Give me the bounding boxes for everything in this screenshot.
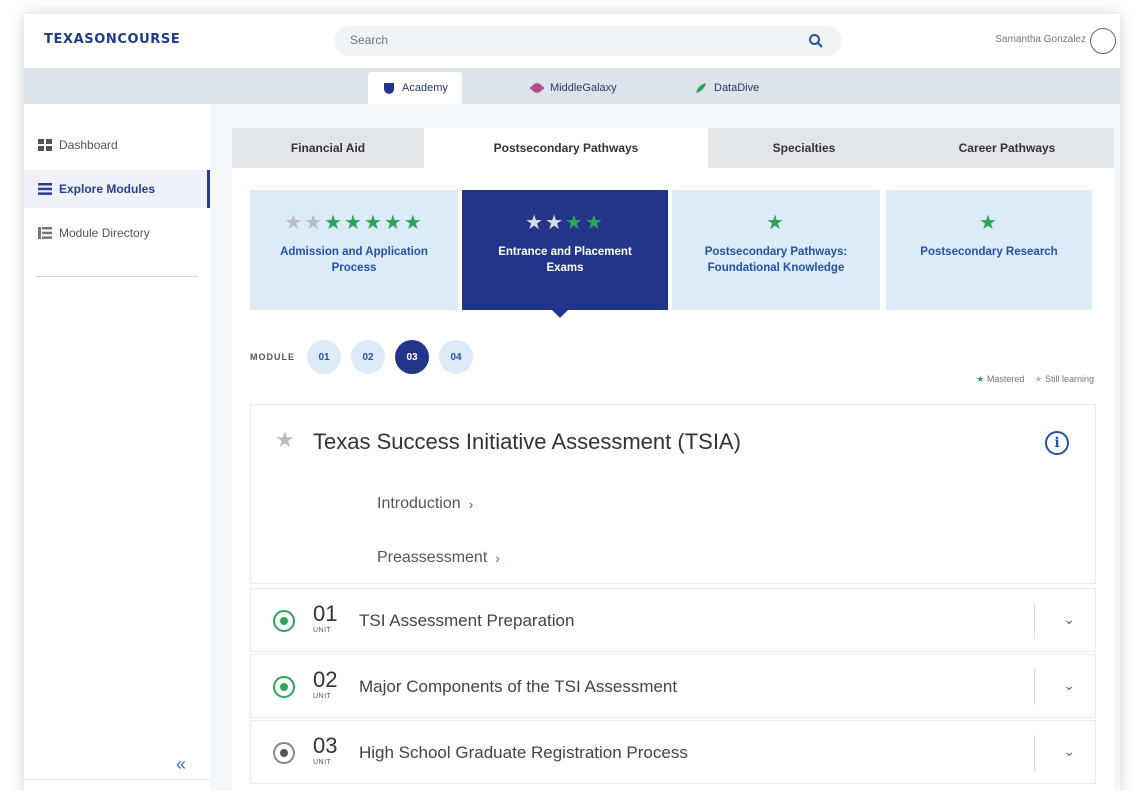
module-label: MODULE [250, 352, 295, 362]
search-icon[interactable] [808, 33, 824, 49]
module-pill-01[interactable]: 01 [307, 340, 341, 374]
tab-career-pathways[interactable]: Career Pathways [900, 128, 1114, 168]
module-panel: ★ Texas Success Initiative Assessment (T… [250, 404, 1096, 584]
module-card-title: Postsecondary Pathways: Foundational Kno… [704, 246, 848, 274]
module-pill-04[interactable]: 04 [439, 340, 473, 374]
unit-label: UNIT [313, 627, 332, 634]
module-card-title: Admission and Application Process [280, 246, 428, 274]
sidebar-item-label: Explore Modules [59, 182, 156, 196]
mastered-status-icon [273, 676, 295, 698]
sidebar-bottom-divider [24, 779, 210, 780]
star-rating: ★ [766, 212, 786, 234]
directory-icon [38, 227, 52, 239]
divider [1034, 669, 1035, 705]
mastered-star-icon: ★ [976, 374, 985, 384]
app-tab-datadive[interactable]: DataDive [680, 72, 773, 104]
app-tab-label: MiddleGalaxy [550, 82, 617, 94]
tab-financial-aid[interactable]: Financial Aid [232, 128, 424, 168]
sidebar-item-label: Module Directory [59, 226, 150, 240]
texasoncourse-logo[interactable]: TEXASONCOURSE [44, 32, 180, 47]
mastered-status-icon [273, 610, 295, 632]
chevron-down-icon[interactable]: ⌄ [1063, 611, 1075, 628]
module-card-title: Postsecondary Research [920, 246, 1058, 258]
app-tab-label: Academy [402, 82, 448, 94]
sidebar-item-label: Dashboard [59, 138, 118, 152]
app-tab-academy[interactable]: Academy [368, 72, 462, 104]
legend-learning: ★ Still learning [1034, 374, 1094, 385]
star-rating: ★★★★★★★ [284, 212, 424, 234]
galaxy-icon [530, 83, 544, 93]
chevron-right-icon: › [495, 550, 500, 566]
sidebar: Dashboard Explore Modules Module Directo… [24, 104, 210, 791]
unit-number: 02 [313, 667, 338, 692]
module-card-active[interactable]: ★★★★ Entrance and Placement Exams [462, 190, 668, 310]
tab-postsecondary-pathways[interactable]: Postsecondary Pathways [424, 128, 708, 168]
app-switcher: Academy MiddleGalaxy DataDive [24, 68, 1120, 104]
unit-row[interactable]: 03 UNIT High School Graduate Registratio… [250, 720, 1096, 784]
datadive-icon [696, 83, 706, 93]
unit-row[interactable]: 01 UNIT TSI Assessment Preparation ⌄ [250, 588, 1096, 652]
chevron-right-icon: › [468, 496, 474, 512]
link-label: Introduction [377, 495, 461, 512]
unit-title: High School Graduate Registration Proces… [359, 743, 688, 762]
module-selector: MODULE 01 02 03 04 [250, 340, 473, 374]
app-tab-middlegalaxy[interactable]: MiddleGalaxy [516, 72, 631, 104]
legend-mastered: ★ Mastered [976, 374, 1024, 385]
unit-number: 03 [313, 733, 338, 758]
tab-specialties[interactable]: Specialties [708, 128, 900, 168]
sidebar-divider [36, 276, 198, 277]
link-label: Preassessment [377, 549, 488, 566]
active-card-pointer [552, 310, 568, 318]
main-content: Financial Aid Postsecondary Pathways Spe… [232, 128, 1114, 791]
chevron-down-icon[interactable]: ⌄ [1063, 677, 1075, 694]
module-pill-02[interactable]: 02 [351, 340, 385, 374]
module-card[interactable]: ★★★★★★★ Admission and Application Proces… [250, 190, 458, 310]
list-icon [38, 183, 52, 195]
search-input[interactable] [350, 33, 780, 47]
module-star-icon: ★ [275, 427, 295, 452]
module-card[interactable]: ★ Postsecondary Pathways: Foundational K… [672, 190, 880, 310]
star-rating: ★ [979, 212, 999, 234]
academy-shield-icon [384, 83, 394, 94]
info-icon[interactable]: i [1045, 431, 1069, 455]
learning-star-icon: ★ [1034, 374, 1043, 384]
legend-mastered-label: Mastered [986, 374, 1025, 384]
unit-title: TSI Assessment Preparation [359, 611, 575, 630]
module-card-title: Entrance and Placement Exams [498, 246, 632, 274]
app-tab-label: DataDive [714, 82, 760, 94]
module-title: Texas Success Initiative Assessment (TSI… [313, 429, 741, 454]
sidebar-item-dashboard[interactable]: Dashboard [24, 126, 210, 164]
introduction-link[interactable]: Introduction › [377, 495, 473, 513]
star-rating: ★★★★ [525, 212, 605, 234]
progress-legend: ★ Mastered ★ Still learning [976, 374, 1094, 385]
unit-title: Major Components of the TSI Assessment [359, 677, 678, 696]
avatar[interactable] [1090, 28, 1116, 54]
unit-row[interactable]: 02 UNIT Major Components of the TSI Asse… [250, 654, 1096, 718]
legend-learning-label: Still learning [1044, 374, 1094, 384]
divider [1034, 735, 1035, 771]
unit-label: UNIT [313, 759, 332, 766]
dashboard-icon [38, 139, 52, 151]
sidebar-item-explore-modules[interactable]: Explore Modules [24, 170, 210, 208]
in-progress-status-icon [273, 742, 295, 764]
module-pill-03[interactable]: 03 [395, 340, 429, 374]
user-name[interactable]: Samantha Gonzalez [995, 34, 1086, 45]
module-card[interactable]: ★ Postsecondary Research [886, 190, 1092, 310]
top-header: TEXASONCOURSE Samantha Gonzalez [24, 14, 1120, 68]
collapse-sidebar-button[interactable]: « [176, 754, 186, 775]
chevron-down-icon[interactable]: ⌄ [1063, 743, 1075, 760]
category-tabs: Financial Aid Postsecondary Pathways Spe… [232, 128, 1114, 168]
divider [1034, 603, 1035, 639]
unit-number: 01 [313, 601, 338, 626]
unit-label: UNIT [313, 693, 332, 700]
sidebar-item-module-directory[interactable]: Module Directory [24, 214, 210, 252]
preassessment-link[interactable]: Preassessment › [377, 549, 500, 567]
search-bar[interactable] [334, 26, 842, 56]
app-window: TEXASONCOURSE Samantha Gonzalez Academy … [24, 14, 1120, 791]
